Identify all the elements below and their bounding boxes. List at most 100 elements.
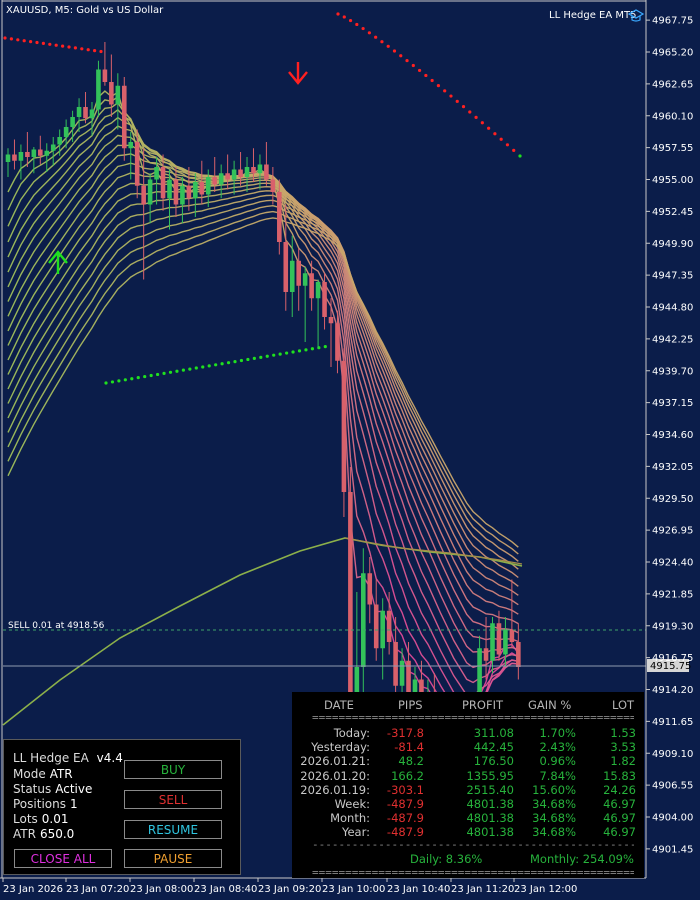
buy-dot <box>272 353 276 357</box>
sell-dot <box>386 44 390 48</box>
ea-mode-value: ATR <box>49 767 73 781</box>
ea-positions-value: 1 <box>69 797 78 811</box>
sell-dot <box>22 39 26 43</box>
candle-body <box>393 642 398 686</box>
stats-cell-pips: -81.4 <box>394 740 424 755</box>
sell-dot <box>512 148 516 152</box>
sell-dot <box>86 48 90 52</box>
candle-body <box>205 177 211 195</box>
candle-body <box>38 149 43 156</box>
close-all-button[interactable]: CLOSE ALL <box>14 849 112 868</box>
candle-body <box>277 192 282 242</box>
buy-dot <box>304 348 308 352</box>
stats-cell-gain: 7.84% <box>539 768 576 783</box>
price-tick-label: 4911.65 <box>652 717 693 728</box>
buy-dot <box>188 367 192 371</box>
price-tick-label: 4934.60 <box>652 430 693 441</box>
candle-body <box>244 167 250 177</box>
sell-button[interactable]: SELL <box>124 790 222 809</box>
time-tick-label: 23 Jan 09:20 <box>258 884 321 895</box>
sell-dot <box>35 40 39 45</box>
price-tick-label: 4957.55 <box>652 143 693 154</box>
buy-button[interactable]: BUY <box>124 760 222 779</box>
buy-dot <box>194 366 198 370</box>
candle-body <box>50 144 56 151</box>
buy-dot <box>239 358 244 363</box>
price-tick-label: 4924.40 <box>652 558 693 569</box>
time-tick-label: 23 Jan 08:00 <box>130 884 193 895</box>
stats-cell-lot: 15.83 <box>603 768 636 783</box>
buy-dot <box>156 372 160 377</box>
price-tick-label: 4906.55 <box>652 781 693 792</box>
buy-dot <box>143 374 147 379</box>
candle-body <box>289 260 295 292</box>
stats-header-date: DATE <box>324 698 354 712</box>
stats-cell-lot: 24.26 <box>603 782 636 797</box>
candle-body <box>89 109 95 119</box>
candle-body <box>96 69 101 110</box>
candle-body <box>128 142 134 149</box>
sell-dot <box>3 36 7 40</box>
stats-cell-gain: 34.68% <box>532 797 576 811</box>
stats-cell-gain: 1.70% <box>539 726 576 740</box>
candle-body <box>199 182 205 195</box>
price-tick-label: 4955.00 <box>652 175 693 186</box>
buy-dot <box>168 370 173 374</box>
buy-dot <box>310 347 314 351</box>
stats-cell-profit: 1355.95 <box>466 768 514 783</box>
candle-body <box>309 273 314 299</box>
sell-dot <box>336 12 340 16</box>
stats-cell-pips: -303.1 <box>386 782 424 797</box>
sell-dot <box>374 35 378 39</box>
buy-dot <box>149 373 153 378</box>
buy-dot <box>214 363 218 367</box>
ea-row-mode: Mode ATR <box>13 767 73 781</box>
buy-dot <box>291 350 295 354</box>
candle-body <box>231 169 237 180</box>
pause-button[interactable]: PAUSE <box>124 849 222 868</box>
buy-dot <box>181 368 185 372</box>
candle-body <box>257 164 263 174</box>
stats-cell-pips: 48.2 <box>398 754 424 769</box>
ea-control-panel: LL Hedge EA v4.4 Mode ATR Status Active Po… <box>3 739 241 875</box>
buy-dot <box>246 357 250 362</box>
candle-body <box>121 85 127 149</box>
price-tick-label: 4944.80 <box>652 303 693 314</box>
stats-cell-gain: 34.68% <box>532 811 576 826</box>
time-tick-label: 23 Jan 2026 <box>3 884 63 895</box>
buy-dot <box>226 361 231 365</box>
sell-dot <box>455 99 459 103</box>
sell-dot <box>380 40 384 44</box>
candle-body <box>270 179 276 192</box>
candle-body <box>341 360 347 492</box>
stats-cell-profit: 4801.38 <box>466 797 514 811</box>
candle-body <box>373 604 379 649</box>
sell-dot <box>474 115 478 119</box>
price-tick-label: 4916.75 <box>652 653 693 664</box>
sell-position-label: SELL 0.01 at 4918.56 <box>8 621 105 631</box>
ea-row-status: Status Active <box>13 782 92 796</box>
stats-cell-pips: -487.9 <box>386 811 424 826</box>
ea-lots-label: Lots <box>13 812 38 826</box>
price-tick-label: 4947.35 <box>652 271 693 282</box>
candle-body <box>361 573 366 667</box>
price-tick-label: 4937.15 <box>652 398 693 409</box>
buy-dot <box>252 356 256 360</box>
time-tick-label: 23 Jan 12:00 <box>514 884 577 895</box>
candle-body <box>483 648 489 661</box>
candle-body <box>186 185 192 199</box>
sell-dot <box>436 84 441 88</box>
price-tick-label: 4909.10 <box>652 749 693 760</box>
stats-monthly: Monthly: 254.09% <box>530 852 634 866</box>
sell-dot <box>417 68 422 73</box>
stats-cell-label: 2026.01.21: <box>300 754 370 769</box>
price-tick-label: 4914.20 <box>652 685 693 696</box>
price-tick-label: 4965.20 <box>652 48 693 59</box>
candle-body <box>212 177 218 185</box>
sell-dot <box>505 143 510 147</box>
sell-dot <box>468 110 472 114</box>
stats-cell-lot: 1.82 <box>610 754 636 769</box>
resume-button[interactable]: RESUME <box>124 820 222 839</box>
candle-body <box>57 137 62 145</box>
price-tick-label: 4939.70 <box>652 366 693 377</box>
